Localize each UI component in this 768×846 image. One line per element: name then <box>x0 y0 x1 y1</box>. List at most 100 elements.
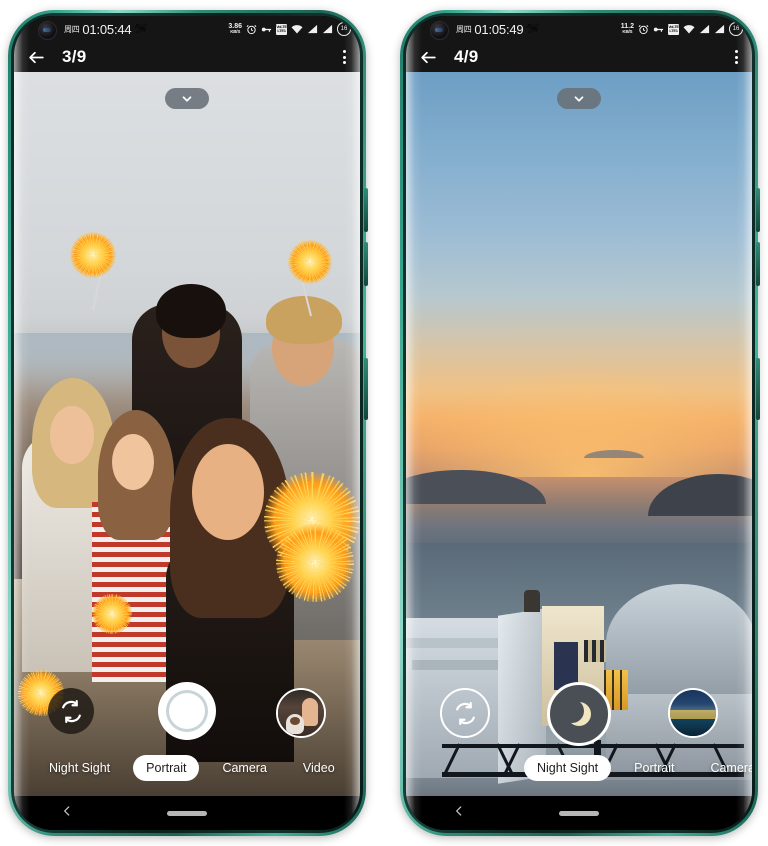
network-speed-unit: KB/S <box>230 29 241 35</box>
signal-bars-icon-2 <box>714 24 725 34</box>
person-left-face <box>50 406 94 464</box>
status-bar-left: 周四 01:05:44 🛩 3.86 KB/S VoLTE LTE1 16 <box>14 16 360 42</box>
power-button-left[interactable] <box>364 358 368 420</box>
sparkler-flare-hand <box>92 594 132 634</box>
nav-home-pill[interactable] <box>167 810 207 816</box>
thumbnail-water <box>670 719 716 736</box>
status-bar-left-cluster-left: 周四 01:05:44 🛩 <box>64 22 147 37</box>
back-arrow-icon[interactable] <box>26 47 46 67</box>
power-button-right[interactable] <box>756 358 760 420</box>
volume-down-button-left[interactable] <box>364 242 368 286</box>
status-clock: 01:05:49 <box>474 21 524 37</box>
alcove-window-grid <box>584 640 606 662</box>
sparkler-flare-right <box>288 240 332 284</box>
system-nav-bar-right <box>406 796 752 830</box>
back-arrow-icon[interactable] <box>418 47 438 67</box>
shutter-button[interactable] <box>547 682 611 746</box>
mode-portrait[interactable]: Portrait <box>133 755 200 781</box>
sunset-glow <box>406 361 752 478</box>
status-day-label: 周四 <box>456 24 472 34</box>
volte-line-2: LTE1 <box>277 28 286 33</box>
volte-line-2: LTE1 <box>669 28 678 33</box>
person-front-face <box>192 444 264 540</box>
phone-bezel-right: 周四 01:05:49 🛩 11.2 KB/S VoLTE LTE1 16 4/… <box>406 16 752 830</box>
mode-night-sight[interactable]: Night Sight <box>36 755 123 781</box>
thumbnail-dog <box>286 714 304 734</box>
signal-bars-icon <box>307 24 318 34</box>
status-bar-right-cluster-left: 3.86 KB/S VoLTE LTE1 16 <box>228 22 351 36</box>
app-bar-right: 4/9 <box>406 42 752 72</box>
mode-video[interactable]: Video <box>290 755 348 781</box>
nav-home-pill[interactable] <box>559 810 599 816</box>
camera-mode-strip-left: Night Sight Portrait Camera Video <box>14 754 360 782</box>
signal-bars-icon <box>699 24 710 34</box>
sparkler-flare-left <box>70 232 116 278</box>
network-speed-unit: KB/S <box>622 29 633 35</box>
status-bar-left-cluster-right: 周四 01:05:49 🛩 <box>456 22 539 37</box>
volte-icon: VoLTE LTE1 <box>276 23 287 35</box>
airplane-emoji-icon: 🛩 <box>134 23 148 35</box>
nav-back-icon[interactable] <box>452 804 466 822</box>
vpn-key-icon <box>261 24 272 35</box>
balcony-rail-top <box>442 744 744 748</box>
shutter-inner-ring <box>166 690 208 732</box>
switch-camera-button[interactable] <box>48 688 94 734</box>
expand-controls-button[interactable] <box>165 88 209 109</box>
camera-viewfinder-left[interactable]: Night Sight Portrait Camera Video <box>14 72 360 796</box>
volume-up-button-right[interactable] <box>756 188 760 232</box>
alarm-clock-icon <box>246 24 257 35</box>
system-nav-bar-left <box>14 796 360 830</box>
mode-portrait[interactable]: Portrait <box>621 755 687 781</box>
phone-left: 周四 01:05:44 🛩 3.86 KB/S VoLTE LTE1 16 3/… <box>8 10 368 836</box>
status-bar-right: 周四 01:05:49 🛩 11.2 KB/S VoLTE LTE1 16 <box>406 16 752 42</box>
switch-camera-button[interactable] <box>440 688 490 738</box>
app-bar-left: 3/9 <box>14 42 360 72</box>
battery-indicator: 16 <box>729 22 743 36</box>
last-photo-thumbnail[interactable] <box>276 688 326 738</box>
person-center-hair <box>156 284 226 338</box>
vpn-key-icon <box>653 24 664 35</box>
switch-camera-icon <box>455 701 475 725</box>
mode-camera[interactable]: Camera <box>697 755 752 781</box>
expand-controls-button[interactable] <box>557 88 601 109</box>
chevron-down-icon <box>182 95 192 102</box>
phone-bezel-left: 周四 01:05:44 🛩 3.86 KB/S VoLTE LTE1 16 3/… <box>14 16 360 830</box>
mode-night-sight[interactable]: Night Sight <box>524 755 612 781</box>
thumbnail-skyline-lights <box>670 710 716 719</box>
camera-viewfinder-right[interactable]: Night Sight Portrait Camera <box>406 72 752 796</box>
thumbnail-person <box>302 698 318 726</box>
night-sight-moon-icon <box>560 699 591 726</box>
screen-left: 周四 01:05:44 🛩 3.86 KB/S VoLTE LTE1 16 3/… <box>14 16 360 830</box>
network-speed-indicator: 3.86 KB/S <box>228 23 242 35</box>
sparkler-flare-mid <box>276 524 354 602</box>
shutter-button[interactable] <box>158 682 216 740</box>
airplane-emoji-icon: 🛩 <box>526 23 540 35</box>
status-day-label: 周四 <box>64 24 80 34</box>
front-camera-punch-hole-left <box>38 21 57 40</box>
lounger-deck <box>406 638 502 648</box>
thumbnail-image-selfie-with-dog <box>278 690 324 736</box>
camera-mode-strip-right: Night Sight Portrait Camera <box>406 754 752 782</box>
last-photo-thumbnail[interactable] <box>668 688 718 738</box>
page-counter: 4/9 <box>454 47 479 66</box>
phone-right: 周四 01:05:49 🛩 11.2 KB/S VoLTE LTE1 16 4/… <box>400 10 760 836</box>
wifi-icon <box>291 24 303 34</box>
switch-camera-icon <box>61 699 81 723</box>
volume-up-button-left[interactable] <box>364 188 368 232</box>
signal-bars-icon-2 <box>322 24 333 34</box>
overflow-menu-icon[interactable] <box>735 50 738 64</box>
screen-right: 周四 01:05:49 🛩 11.2 KB/S VoLTE LTE1 16 4/… <box>406 16 752 830</box>
wifi-icon <box>683 24 695 34</box>
lounger-deck-2 <box>412 660 498 670</box>
person-second-face <box>112 434 154 490</box>
overflow-menu-icon[interactable] <box>343 50 346 64</box>
volte-icon: VoLTE LTE1 <box>668 23 679 35</box>
mode-camera[interactable]: Camera <box>209 755 279 781</box>
dual-phone-screenshot: 周四 01:05:44 🛩 3.86 KB/S VoLTE LTE1 16 3/… <box>0 0 768 846</box>
chevron-down-icon <box>574 95 584 102</box>
status-clock: 01:05:44 <box>82 21 132 37</box>
chimney <box>524 590 540 612</box>
front-camera-punch-hole-right <box>430 21 449 40</box>
nav-back-icon[interactable] <box>60 804 74 822</box>
volume-down-button-right[interactable] <box>756 242 760 286</box>
